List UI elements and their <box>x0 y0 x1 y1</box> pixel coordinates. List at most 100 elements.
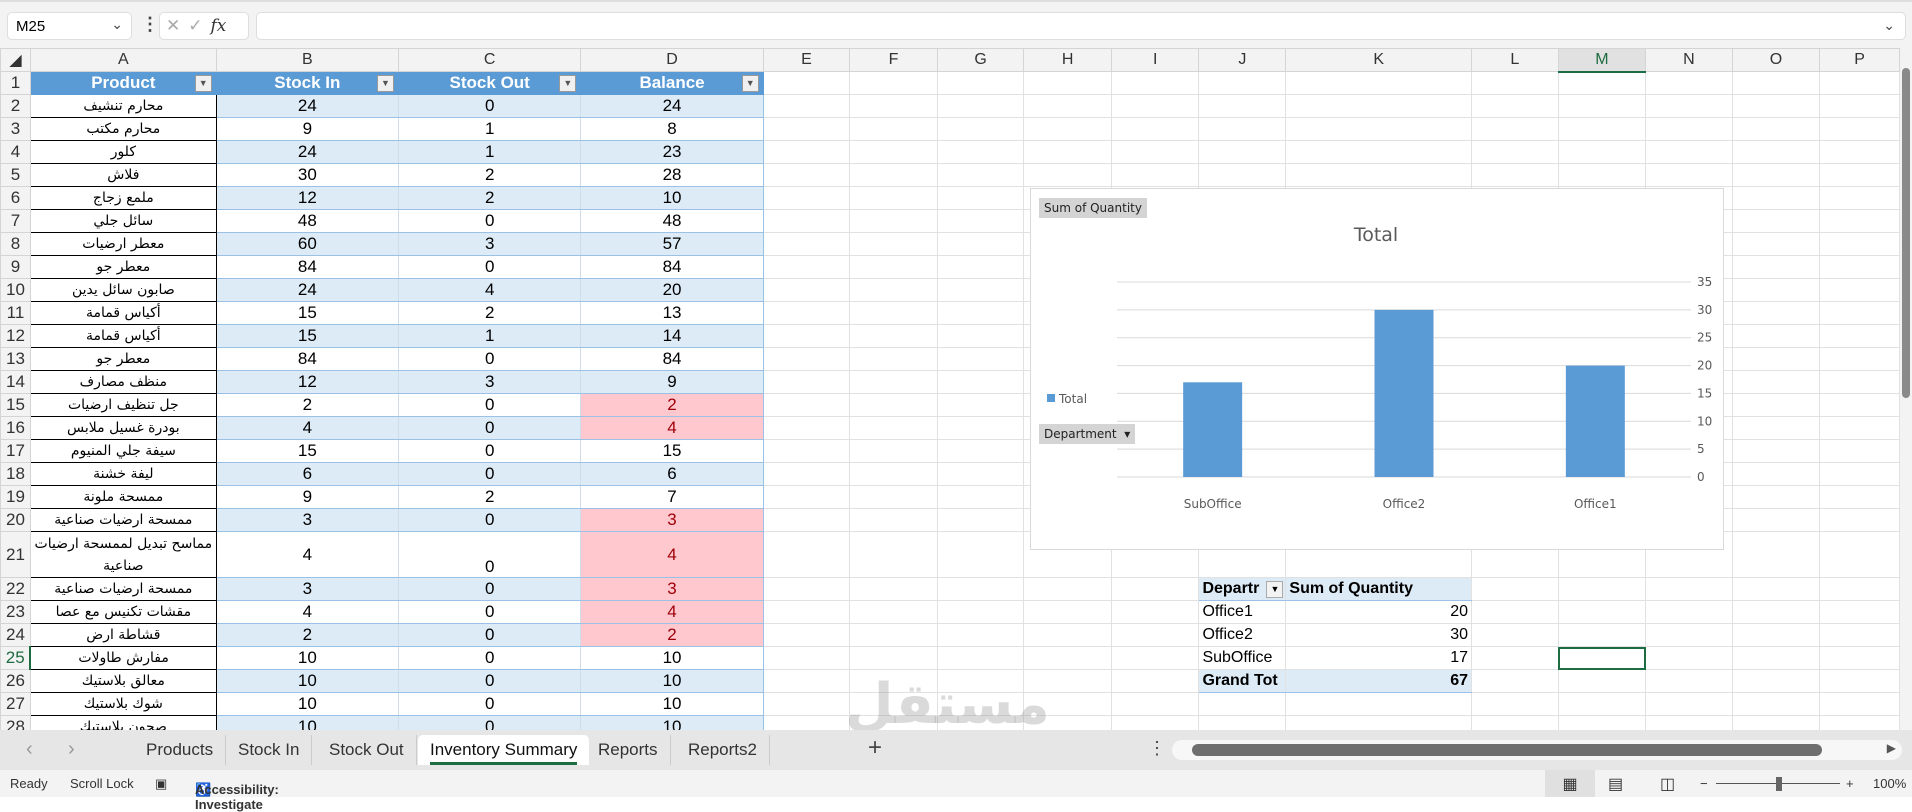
table-header-cell[interactable]: Stock In ▼ <box>215 71 400 95</box>
cell[interactable] <box>762 485 851 509</box>
cell[interactable] <box>1557 94 1647 118</box>
cell[interactable] <box>936 692 1025 716</box>
cell[interactable] <box>1471 692 1559 716</box>
cell[interactable] <box>1819 485 1900 509</box>
cell[interactable] <box>762 577 851 601</box>
stock-out-cell[interactable]: 0 <box>397 416 582 440</box>
cell[interactable] <box>762 531 851 578</box>
product-cell[interactable]: منظف مصارف <box>29 370 217 394</box>
cell[interactable] <box>936 439 1025 463</box>
product-cell[interactable]: شوك بلاستيك <box>29 692 217 716</box>
cell[interactable] <box>936 370 1025 394</box>
balance-cell[interactable]: 14 <box>580 324 764 348</box>
stock-in-cell[interactable]: 24 <box>215 140 400 164</box>
cell[interactable] <box>849 439 938 463</box>
column-header[interactable]: C <box>397 48 582 72</box>
cell[interactable] <box>849 278 938 302</box>
stock-out-cell[interactable]: 3 <box>397 370 582 394</box>
cell[interactable] <box>762 508 851 532</box>
cell[interactable] <box>1731 186 1821 210</box>
cell[interactable] <box>1198 140 1287 164</box>
column-header[interactable]: I <box>1110 48 1200 72</box>
column-header[interactable]: E <box>762 48 851 72</box>
cell[interactable] <box>762 209 851 233</box>
cell[interactable] <box>849 347 938 371</box>
cell[interactable] <box>849 462 938 486</box>
stock-out-cell[interactable]: 0 <box>397 393 582 417</box>
cell[interactable] <box>936 209 1025 233</box>
stock-out-cell[interactable]: 0 <box>397 462 582 486</box>
more-options-icon[interactable]: ⋮ <box>1148 738 1166 759</box>
stock-out-cell[interactable]: 1 <box>397 140 582 164</box>
cell[interactable] <box>1731 623 1821 647</box>
cell[interactable] <box>762 623 851 647</box>
row-header[interactable]: 11 <box>0 301 31 325</box>
sheet-tab[interactable]: Reports <box>586 735 671 765</box>
cell[interactable] <box>936 140 1025 164</box>
product-cell[interactable]: صحون بلاستيك <box>29 715 217 730</box>
cell[interactable] <box>1285 692 1473 716</box>
stock-out-cell[interactable]: 0 <box>397 669 582 693</box>
balance-cell[interactable]: 48 <box>580 209 764 233</box>
product-cell[interactable]: قشاطة ارض <box>29 623 217 647</box>
cell[interactable] <box>1023 600 1112 624</box>
cell[interactable] <box>849 71 938 95</box>
row-header[interactable]: 26 <box>0 669 31 693</box>
stock-in-cell[interactable]: 12 <box>215 370 400 394</box>
cell[interactable] <box>1023 692 1112 716</box>
cell[interactable] <box>1023 669 1112 693</box>
cell[interactable] <box>1198 163 1287 187</box>
cell[interactable] <box>1819 531 1900 578</box>
cell[interactable] <box>762 94 851 118</box>
stock-out-cell[interactable]: 0 <box>397 508 582 532</box>
cell[interactable] <box>849 646 938 670</box>
balance-cell[interactable]: 4 <box>580 600 764 624</box>
row-header[interactable]: 13 <box>0 347 31 371</box>
cell[interactable] <box>1731 416 1821 440</box>
cell[interactable] <box>1110 600 1200 624</box>
cell[interactable] <box>1110 117 1200 141</box>
balance-cell[interactable]: 28 <box>580 163 764 187</box>
expand-formula-icon[interactable]: ⌄ <box>1883 17 1895 34</box>
stock-out-cell[interactable]: 0 <box>397 600 582 624</box>
cell[interactable] <box>1471 71 1559 95</box>
cell[interactable] <box>1731 71 1821 95</box>
cell[interactable] <box>1285 117 1473 141</box>
cell[interactable] <box>762 324 851 348</box>
product-cell[interactable]: معطر ارضيات <box>29 232 217 256</box>
cell[interactable] <box>1110 140 1200 164</box>
cell[interactable] <box>1819 370 1900 394</box>
zoom-slider-thumb[interactable] <box>1776 777 1782 791</box>
cell[interactable] <box>1819 462 1900 486</box>
row-header[interactable]: 25 <box>0 646 32 670</box>
stock-in-cell[interactable]: 60 <box>215 232 400 256</box>
product-cell[interactable]: مفارش طاولات <box>29 646 217 670</box>
stock-in-cell[interactable]: 10 <box>215 669 400 693</box>
product-cell[interactable]: كلور <box>29 140 217 164</box>
cell[interactable] <box>1645 163 1733 187</box>
row-header[interactable]: 15 <box>0 393 31 417</box>
cancel-icon[interactable]: ✕ <box>166 16 188 35</box>
cell[interactable] <box>1023 623 1112 647</box>
sheet-tab[interactable]: Stock In <box>226 735 313 765</box>
cell[interactable] <box>1731 439 1821 463</box>
scroll-thumb[interactable] <box>1192 744 1822 756</box>
stock-in-cell[interactable]: 15 <box>215 439 400 463</box>
cell[interactable] <box>1731 301 1821 325</box>
product-cell[interactable]: معالق بلاستيك <box>29 669 217 693</box>
cell[interactable] <box>1819 71 1900 95</box>
cell[interactable] <box>849 186 938 210</box>
cell[interactable] <box>936 508 1025 532</box>
cell[interactable] <box>849 600 938 624</box>
pivot-cell[interactable]: Office2 <box>1198 623 1287 647</box>
cell[interactable] <box>762 117 851 141</box>
column-header[interactable]: N <box>1645 48 1733 72</box>
cell[interactable] <box>1731 94 1821 118</box>
product-cell[interactable]: بودرة غسيل ملابس <box>29 416 217 440</box>
stock-out-cell[interactable]: 1 <box>397 117 582 141</box>
stock-out-cell[interactable]: 0 <box>397 347 582 371</box>
cell[interactable] <box>1110 577 1200 601</box>
cell[interactable] <box>1471 669 1559 693</box>
product-cell[interactable]: فلاش <box>29 163 217 187</box>
pivot-chart[interactable]: Sum of Quantity 0 5 10 15 20 25 30 35 SubOffice O… <box>1030 188 1724 550</box>
